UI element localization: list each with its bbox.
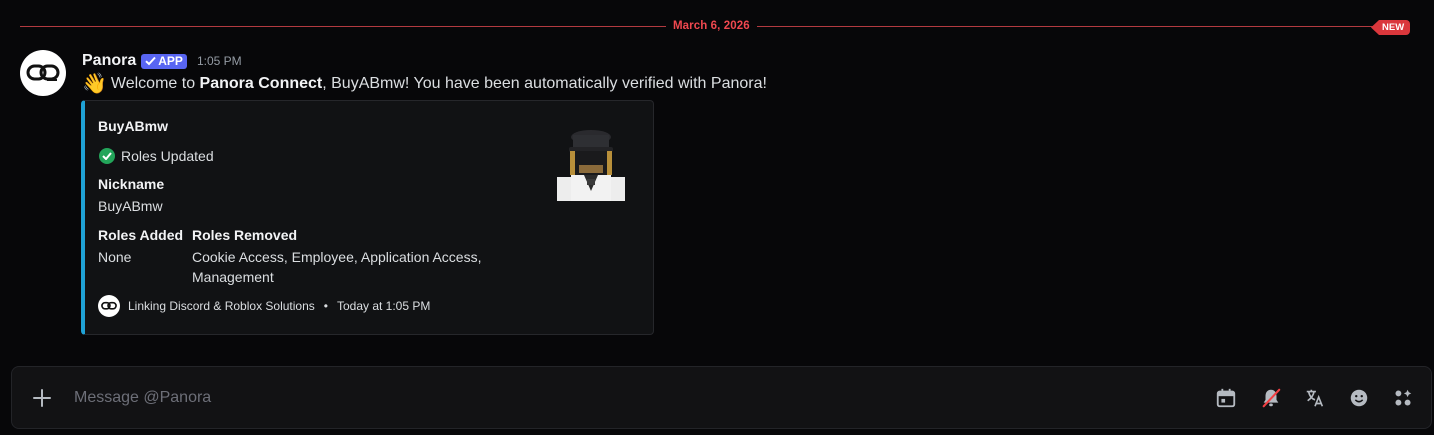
new-messages-badge: NEW <box>1371 20 1411 35</box>
footer-time: Today at 1:05 PM <box>336 299 431 313</box>
message-text-suffix: , BuyABmw! You have been automatically v… <box>322 75 767 92</box>
message-timestamp[interactable]: 1:05 PM <box>197 54 242 68</box>
message-content: 👋 Welcome to Panora Connect, BuyABmw! Yo… <box>82 74 767 94</box>
checkmark-icon <box>145 56 156 66</box>
roblox-avatar-thumbnail[interactable] <box>551 129 631 205</box>
message-input[interactable] <box>74 381 1174 415</box>
embed-footer: Linking Discord & Roblox Solutions • Tod… <box>98 295 430 317</box>
embed-status: Roles Updated <box>99 148 214 164</box>
divider-date: March 6, 2026 <box>666 19 757 33</box>
field-roles-removed-name: Roles Removed <box>192 227 298 243</box>
field-roles-removed-value: Cookie Access, Employee, Application Acc… <box>192 249 482 285</box>
message-text-bold: Panora Connect <box>199 75 323 92</box>
field-nickname-value: BuyABmw <box>98 198 163 214</box>
message-text-prefix: Welcome to <box>110 75 196 92</box>
verification-embed: BuyABmw Roles Updated Nickname BuyABmw R… <box>81 100 654 335</box>
message-header: Panora APP 1:05 PM <box>82 52 242 70</box>
footer-bullet: • <box>323 299 328 313</box>
check-circle-icon <box>99 148 115 164</box>
message-composer <box>11 366 1432 429</box>
footer-chain-link-icon <box>98 295 120 317</box>
field-roles-added-value: None <box>98 249 132 265</box>
mute-notification-icon[interactable] <box>1259 386 1283 410</box>
apps-icon[interactable] <box>1391 386 1415 410</box>
app-tag-label: APP <box>158 54 183 68</box>
chain-link-logo-icon <box>26 64 60 81</box>
emoji-icon[interactable] <box>1347 386 1371 410</box>
plus-icon[interactable] <box>30 386 54 410</box>
embed-author: BuyABmw <box>98 118 169 134</box>
embed-status-label: Roles Updated <box>121 148 214 164</box>
waving-hand-emoji: 👋 <box>82 73 107 95</box>
field-nickname-name: Nickname <box>98 176 165 192</box>
author-avatar[interactable] <box>20 50 66 96</box>
footer-text: Linking Discord & Roblox Solutions <box>128 299 315 313</box>
author-name[interactable]: Panora <box>82 52 136 70</box>
translate-icon[interactable] <box>1303 386 1327 410</box>
app-tag: APP <box>141 53 187 69</box>
calendar-icon[interactable] <box>1214 386 1238 410</box>
field-roles-added-name: Roles Added <box>98 227 184 243</box>
